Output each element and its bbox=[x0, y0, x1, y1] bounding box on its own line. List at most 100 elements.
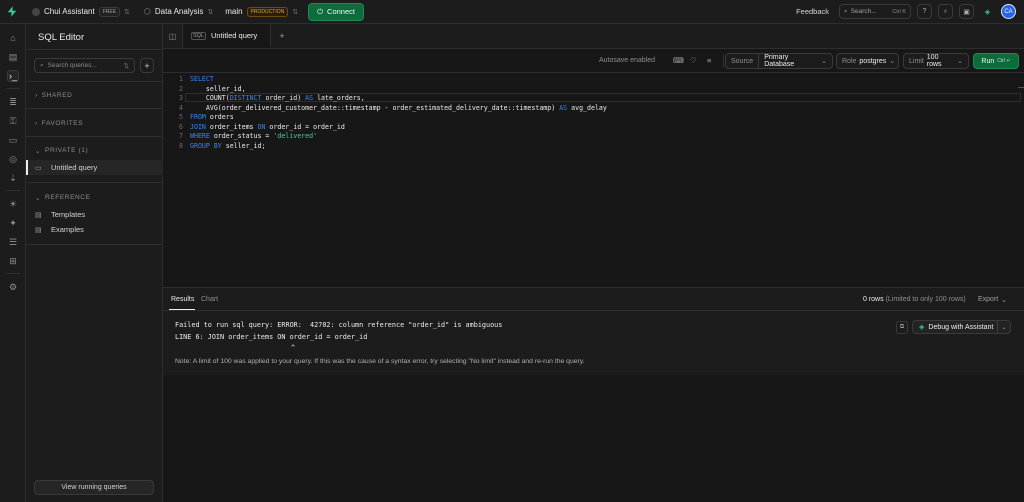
sql-keyword: AS bbox=[559, 103, 568, 112]
tab-chart[interactable]: Chart bbox=[201, 296, 218, 303]
branch-switcher[interactable]: main PRODUCTION ⇅ bbox=[225, 6, 298, 17]
limit-cell: Limit 100 rows ⌄ bbox=[904, 54, 968, 68]
sidebar-divider bbox=[26, 81, 163, 82]
sql-text: AVG(order_delivered_customer_date::times… bbox=[190, 103, 560, 112]
rail-divider bbox=[6, 190, 20, 191]
global-search[interactable]: ⌕ Search... Ctrl K bbox=[839, 4, 911, 19]
chevron-right-icon: › bbox=[35, 92, 38, 99]
sql-code-editor[interactable]: 1 2 3 4 5 6 7 8 SELECT seller_id, COUNT(… bbox=[163, 73, 1024, 287]
copy-icon[interactable]: ⧉ bbox=[896, 321, 908, 334]
settings-icon[interactable]: ⚙ bbox=[7, 281, 19, 293]
database-icon[interactable]: ≣ bbox=[7, 96, 19, 108]
error-line: LINE 6: JOIN order_items ON order_id = o… bbox=[175, 333, 368, 341]
add-tab-button[interactable]: + bbox=[271, 24, 293, 48]
editor-toolbar: Autosave enabled ⌨ ♡ ≡ Source Primary Da… bbox=[163, 49, 1024, 73]
debug-main[interactable]: ◈ Debug with Assistant bbox=[913, 323, 997, 332]
role-select[interactable]: Role postgres ⌄ bbox=[836, 53, 899, 69]
production-badge: PRODUCTION bbox=[246, 6, 289, 17]
feedback-button[interactable]: Feedback bbox=[796, 7, 829, 16]
empty-area bbox=[163, 375, 1024, 502]
query-item-untitled[interactable]: ▭ Untitled query bbox=[26, 160, 163, 175]
source-select[interactable]: Source Primary Database ⌄ bbox=[725, 53, 833, 69]
sql-file-icon: SQL bbox=[191, 31, 207, 40]
line-number: 1 bbox=[179, 75, 183, 83]
table-editor-icon[interactable]: ▤ bbox=[7, 51, 19, 63]
org-avatar-icon bbox=[32, 7, 40, 16]
sql-keyword: FROM bbox=[190, 113, 206, 121]
sidebar-title: SQL Editor bbox=[38, 32, 85, 43]
run-button[interactable]: Run Ctrl ↵ bbox=[973, 53, 1019, 69]
sql-text: seller_id, bbox=[190, 84, 246, 93]
limit-select[interactable]: Limit 100 rows ⌄ bbox=[903, 53, 969, 69]
realtime-icon[interactable]: ⇣ bbox=[7, 172, 19, 184]
sidebar-divider bbox=[26, 136, 163, 137]
assistant-icon[interactable]: ◈ bbox=[980, 4, 995, 19]
plug-icon: ⏻ bbox=[317, 6, 324, 16]
section-shared[interactable]: › SHARED bbox=[35, 92, 72, 99]
sql-editor-icon[interactable]: ›_ bbox=[7, 70, 19, 82]
new-query-button[interactable]: + bbox=[140, 58, 154, 73]
debug-with-assistant-button[interactable]: ◈ Debug with Assistant ⌄ bbox=[912, 320, 1011, 334]
reports-icon[interactable]: ✦ bbox=[7, 217, 19, 229]
logs-icon[interactable]: ☰ bbox=[7, 236, 19, 248]
reference-item-label: Templates bbox=[51, 210, 86, 219]
toggle-sidebar-icon[interactable]: ◫ bbox=[163, 24, 183, 48]
assistant-icon: ◈ bbox=[919, 324, 925, 331]
run-shortcut: Ctrl ↵ bbox=[997, 58, 1011, 64]
supabase-logo-icon[interactable] bbox=[0, 0, 24, 24]
rows-limit-note: (Limited to only 100 rows) bbox=[885, 296, 966, 303]
search-queries-placeholder: Search queries... bbox=[47, 62, 97, 69]
integrations-icon[interactable]: ⊞ bbox=[7, 255, 19, 267]
tab-results[interactable]: Results bbox=[171, 296, 194, 303]
sql-text: order_id = order_id bbox=[265, 122, 345, 131]
chevron-down-icon: ⌄ bbox=[35, 148, 42, 155]
section-favorites[interactable]: › FAVORITES bbox=[35, 120, 83, 127]
code-line: JOIN order_items ON order_id = order_id bbox=[190, 123, 345, 131]
reference-item-examples[interactable]: ▤ Examples bbox=[26, 222, 163, 237]
help-icon[interactable]: ? bbox=[917, 4, 932, 19]
sql-file-icon: ▭ bbox=[35, 164, 42, 172]
error-message: Failed to run sql query: ERROR: 42702: c… bbox=[175, 321, 503, 329]
source-label: Source bbox=[731, 57, 754, 65]
section-reference[interactable]: ⌄ REFERENCE bbox=[35, 194, 91, 202]
section-favorites-label: FAVORITES bbox=[41, 120, 84, 127]
lightbulb-icon[interactable]: ♁ bbox=[938, 4, 953, 19]
org-switcher[interactable]: Chui Assistant FREE ⇅ bbox=[32, 6, 130, 17]
results-panel: Results Chart 0 rows (Limited to only 10… bbox=[163, 287, 1024, 375]
line-number: 6 bbox=[179, 122, 183, 131]
limit-label: Limit bbox=[909, 57, 924, 65]
auth-icon[interactable]: ⚿ bbox=[7, 115, 19, 127]
reference-item-templates[interactable]: ▤ Templates bbox=[26, 207, 163, 222]
chevron-down-icon: ⌄ bbox=[957, 58, 963, 65]
terminal-icon[interactable]: ▣ bbox=[959, 4, 974, 19]
tab-untitled-query[interactable]: SQL Untitled query bbox=[183, 24, 271, 48]
section-private[interactable]: ⌄ PRIVATE (1) bbox=[35, 147, 88, 155]
project-switcher[interactable]: ⬡ Data Analysis ⇅ bbox=[144, 7, 213, 16]
role-value: postgres bbox=[859, 57, 887, 65]
query-item-label: Untitled query bbox=[51, 163, 98, 172]
search-shortcut: Ctrl K bbox=[892, 8, 906, 15]
search-queries-input[interactable]: ⌕ Search queries... ⇅ bbox=[34, 58, 135, 73]
chevron-updown-icon: ⇅ bbox=[207, 8, 214, 16]
home-icon[interactable]: ⌂ bbox=[7, 32, 19, 44]
top-right-actions: Feedback ⌕ Search... Ctrl K ? ♁ ▣ ◈ CA bbox=[796, 4, 1024, 19]
format-icon[interactable]: ≡ bbox=[707, 56, 711, 65]
rail-divider bbox=[6, 273, 20, 274]
advisors-icon[interactable]: ☀ bbox=[7, 198, 19, 210]
favorite-heart-icon[interactable]: ♡ bbox=[690, 56, 697, 65]
sql-keyword: DISTINCT bbox=[229, 94, 262, 102]
sidebar-divider bbox=[26, 244, 163, 245]
code-line: SELECT bbox=[190, 75, 214, 83]
storage-icon[interactable]: ▭ bbox=[7, 134, 19, 146]
toolbar-divider bbox=[723, 54, 724, 68]
export-button[interactable]: Export ⌄ bbox=[978, 296, 1007, 304]
edge-functions-icon[interactable]: ◎ bbox=[7, 153, 19, 165]
chevron-updown-icon: ⇅ bbox=[123, 62, 129, 70]
connect-button[interactable]: ⏻ Connect bbox=[308, 2, 364, 21]
avatar[interactable]: CA bbox=[1001, 4, 1016, 19]
view-running-queries-button[interactable]: View running queries bbox=[34, 480, 154, 495]
section-reference-label: REFERENCE bbox=[45, 194, 91, 201]
chevron-down-icon[interactable]: ⌄ bbox=[997, 321, 1010, 333]
connect-label: Connect bbox=[327, 7, 355, 16]
keyboard-icon[interactable]: ⌨ bbox=[673, 56, 684, 65]
